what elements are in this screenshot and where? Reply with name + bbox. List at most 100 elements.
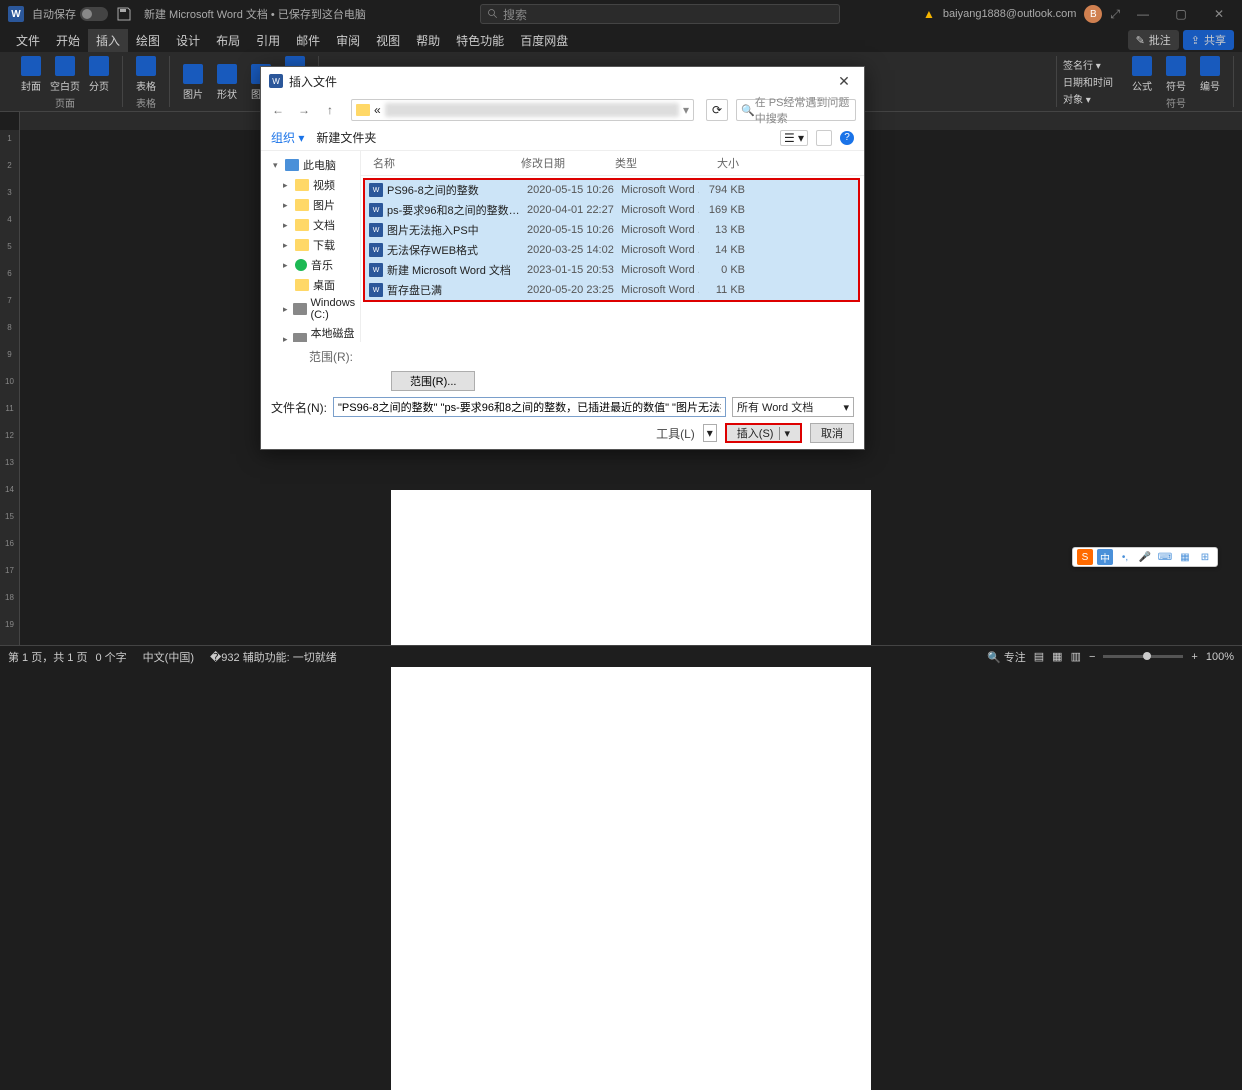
menu-引用[interactable]: 引用 [248,29,288,52]
menu-绘图[interactable]: 绘图 [128,29,168,52]
file-row[interactable]: WPS96-8之间的整数2020-05-15 10:26Microsoft Wo… [365,180,858,200]
view-print-icon[interactable]: ▦ [1052,650,1062,663]
share-button[interactable]: ⇪ 共享 [1183,30,1234,50]
menu-设计[interactable]: 设计 [168,29,208,52]
file-list[interactable]: WPS96-8之间的整数2020-05-15 10:26Microsoft Wo… [363,178,860,302]
folder-tree[interactable]: ▾此电脑▸视频▸图片▸文档▸下载▸音乐桌面▸Windows (C:)▸本地磁盘 … [261,151,361,342]
file-row[interactable]: W新建 Microsoft Word 文档2023-01-15 20:53Mic… [365,260,858,280]
menu-视图[interactable]: 视图 [368,29,408,52]
ribbon-形状[interactable]: 形状 [212,56,242,108]
ime-keyboard-icon[interactable]: ⌨ [1157,549,1173,565]
zoom-level[interactable]: 100% [1206,651,1234,663]
warning-icon[interactable]: ▲ [923,7,935,21]
status-page[interactable]: 第 1 页，共 1 页 [8,649,87,665]
zoom-out-button[interactable]: − [1089,651,1095,663]
range-button[interactable]: 范围(R)... [391,371,475,391]
address-bar[interactable]: « ▾ [351,99,694,121]
tree-此电脑[interactable]: ▾此电脑 [261,155,360,175]
file-row[interactable]: Wps-要求96和8之间的整数，已插进最近...2020-04-01 22:27… [365,200,858,220]
status-language[interactable]: 中文(中国) [143,649,194,665]
ime-voice-icon[interactable]: 🎤 [1137,549,1153,565]
file-row[interactable]: W图片无法拖入PS中2020-05-15 10:26Microsoft Word… [365,220,858,240]
refresh-button[interactable]: ⟳ [706,99,728,121]
ribbon-toggle-icon[interactable]: ⤢ [1110,7,1120,22]
user-email[interactable]: baiyang1888@outlook.com [943,8,1076,20]
save-icon[interactable] [116,6,132,22]
menu-百度网盘[interactable]: 百度网盘 [512,29,576,52]
tree-图片[interactable]: ▸图片 [261,195,360,215]
signature-line[interactable]: 签名行 ▾ [1063,57,1113,72]
sogou-logo-icon[interactable]: S [1077,549,1093,565]
file-row[interactable]: W无法保存WEB格式2020-03-25 14:02Microsoft Word… [365,240,858,260]
status-focus[interactable]: 🔍 专注 [987,649,1026,665]
file-row[interactable]: W暂存盘已满2020-05-20 23:25Microsoft Word ...… [365,280,858,300]
ruler-vertical[interactable]: 12345678910111213141516171819 [0,130,20,650]
tree-本地磁盘 (D:)[interactable]: ▸本地磁盘 (D:) [261,323,360,342]
nav-up-button[interactable]: ↑ [321,101,339,119]
ribbon-符号[interactable]: 符号 [1161,56,1191,93]
tree-音乐[interactable]: ▸音乐 [261,255,360,275]
menu-插入[interactable]: 插入 [88,29,128,52]
menu-特色功能[interactable]: 特色功能 [448,29,512,52]
dialog-search-input[interactable]: 🔍 在 PS经常遇到问题 中搜索 [736,99,856,121]
col-type[interactable]: 类型 [615,155,693,171]
tree-桌面[interactable]: 桌面 [261,275,360,295]
menu-审阅[interactable]: 审阅 [328,29,368,52]
menu-开始[interactable]: 开始 [48,29,88,52]
menu-帮助[interactable]: 帮助 [408,29,448,52]
tree-下载[interactable]: ▸下载 [261,235,360,255]
col-date[interactable]: 修改日期 [521,155,615,171]
zoom-in-button[interactable]: + [1191,651,1197,663]
document-page[interactable] [391,490,871,1090]
zoom-slider[interactable] [1103,655,1183,658]
tools-dropdown[interactable]: ▾ [703,424,717,442]
dialog-close-button[interactable]: ✕ [832,73,856,90]
organize-button[interactable]: 组织 ▾ [271,129,304,146]
object[interactable]: 对象 ▾ [1063,91,1113,106]
maximize-button[interactable]: ▢ [1166,4,1196,24]
status-word-count[interactable]: 0 个字 [95,649,126,665]
ime-menu-icon[interactable]: ⊞ [1197,549,1213,565]
ribbon-分页[interactable]: 分页 [84,56,114,93]
tools-button[interactable]: 工具(L) [656,425,695,442]
col-size[interactable]: 大小 [693,155,747,171]
view-web-icon[interactable]: ▥ [1071,650,1081,663]
ribbon-空白页[interactable]: 空白页 [50,56,80,93]
filename-input[interactable] [333,397,726,417]
insert-button[interactable]: 插入(S)▾ [725,423,802,443]
close-button[interactable]: ✕ [1204,4,1234,24]
view-options-button[interactable]: ☰ ▾ [780,130,808,146]
ime-skin-icon[interactable]: ▦ [1177,549,1193,565]
search-bar[interactable]: 搜索 [480,4,840,24]
status-accessibility[interactable]: 辅助功能: 一切就绪 [243,652,337,664]
menu-邮件[interactable]: 邮件 [288,29,328,52]
ribbon-公式[interactable]: 公式 [1127,56,1157,93]
nav-back-button[interactable]: ← [269,101,287,119]
ime-lang[interactable]: 中 [1097,549,1113,565]
autosave-toggle[interactable] [80,7,108,21]
date-time[interactable]: 日期和时间 [1063,74,1113,89]
ribbon-封面[interactable]: 封面 [16,56,46,93]
menu-布局[interactable]: 布局 [208,29,248,52]
ime-punct-icon[interactable]: •, [1117,549,1133,565]
new-folder-button[interactable]: 新建文件夹 [316,129,376,146]
preview-pane-button[interactable] [816,130,832,146]
help-button[interactable]: ? [840,131,854,145]
avatar[interactable]: B [1084,5,1102,23]
ribbon-表格[interactable]: 表格 [131,56,161,93]
menu-文件[interactable]: 文件 [8,29,48,52]
minimize-button[interactable]: — [1128,4,1158,24]
tree-文档[interactable]: ▸文档 [261,215,360,235]
ribbon-编号[interactable]: 编号 [1195,56,1225,93]
file-list-header[interactable]: 名称 修改日期 类型 大小 [361,151,864,176]
cancel-button[interactable]: 取消 [810,423,854,443]
filetype-select[interactable]: 所有 Word 文档▾ [732,397,854,417]
tree-视频[interactable]: ▸视频 [261,175,360,195]
tree-Windows (C:)[interactable]: ▸Windows (C:) [261,295,360,323]
nav-forward-button[interactable]: → [295,101,313,119]
view-read-icon[interactable]: ▤ [1034,650,1044,663]
col-name[interactable]: 名称 [361,155,521,171]
comments-button[interactable]: ✎ 批注 [1128,30,1179,50]
ribbon-图片[interactable]: 图片 [178,56,208,108]
ime-toolbar[interactable]: S 中 •, 🎤 ⌨ ▦ ⊞ [1072,547,1218,567]
